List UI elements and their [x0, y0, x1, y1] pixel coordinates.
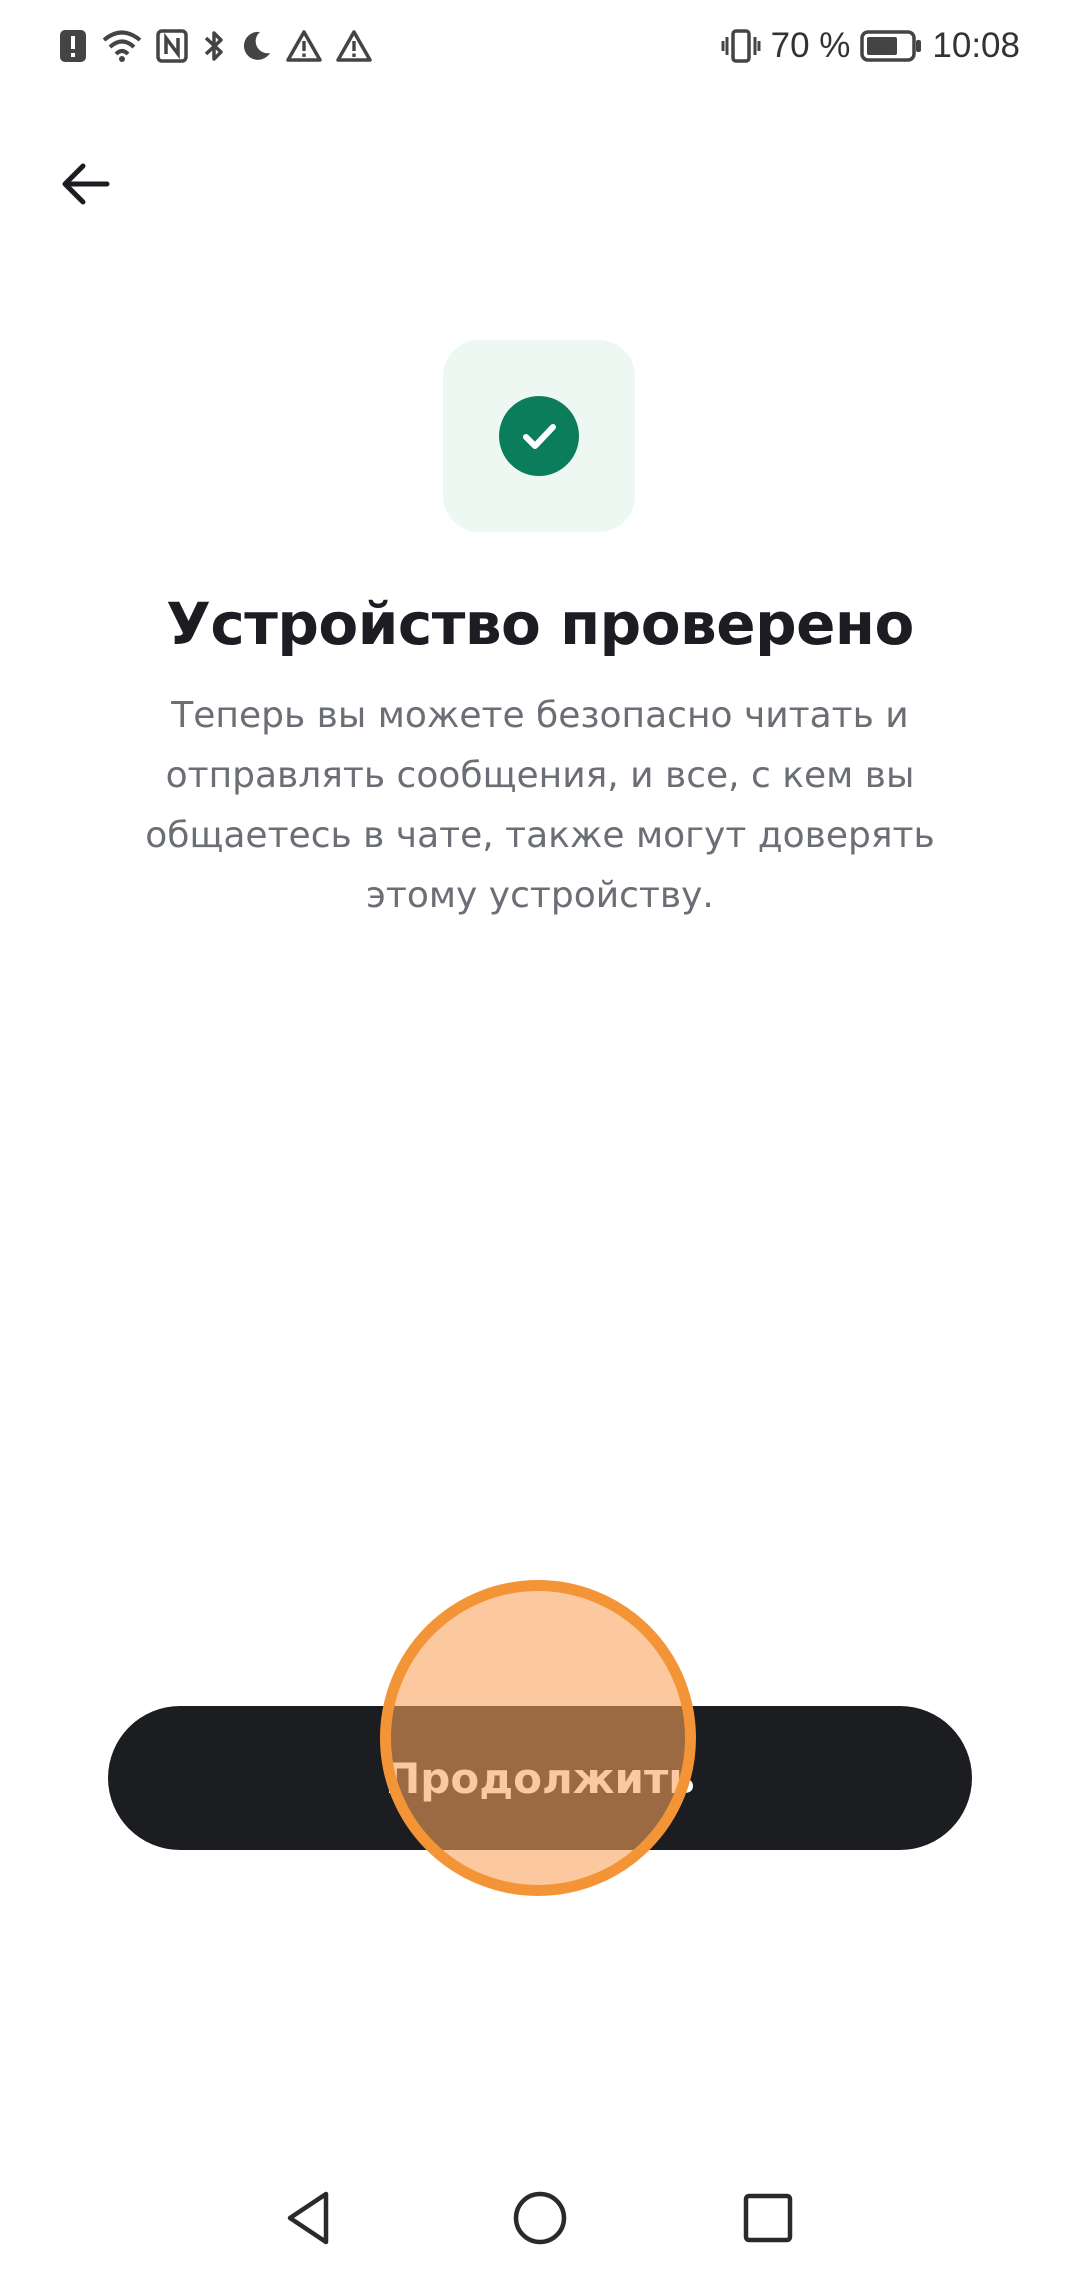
warning-icon — [336, 29, 372, 63]
check-circle-icon — [499, 396, 579, 476]
do-not-disturb-icon — [240, 29, 272, 63]
nfc-icon — [156, 29, 188, 63]
status-icons-left — [58, 24, 372, 68]
home-circle-icon — [510, 2188, 570, 2252]
alert-icon — [58, 29, 88, 63]
verified-badge-tile — [443, 340, 635, 532]
system-nav-bar — [0, 2150, 1080, 2280]
nav-back-button[interactable] — [268, 2180, 348, 2260]
vibrate-icon — [721, 28, 761, 64]
verification-description: Теперь вы можете безопасно читать и отпр… — [145, 695, 935, 916]
wifi-icon — [102, 29, 142, 63]
back-triangle-icon — [280, 2188, 336, 2252]
battery-icon — [860, 29, 922, 63]
page-title: Устройство проверено — [166, 590, 914, 658]
bluetooth-icon — [202, 28, 226, 64]
nav-recents-button[interactable] — [728, 2180, 808, 2260]
nav-home-button[interactable] — [500, 2180, 580, 2260]
status-bar: 70 % 10:08 — [0, 0, 1080, 92]
status-icons-right: 70 % 10:08 — [721, 22, 1020, 70]
warning-icon — [286, 29, 322, 63]
back-button[interactable] — [40, 150, 130, 222]
recents-square-icon — [740, 2190, 796, 2250]
clock: 10:08 — [932, 26, 1020, 65]
battery-percent: 70 % — [770, 26, 851, 65]
continue-button[interactable]: Продолжить — [108, 1706, 972, 1850]
arrow-left-icon — [59, 162, 111, 210]
